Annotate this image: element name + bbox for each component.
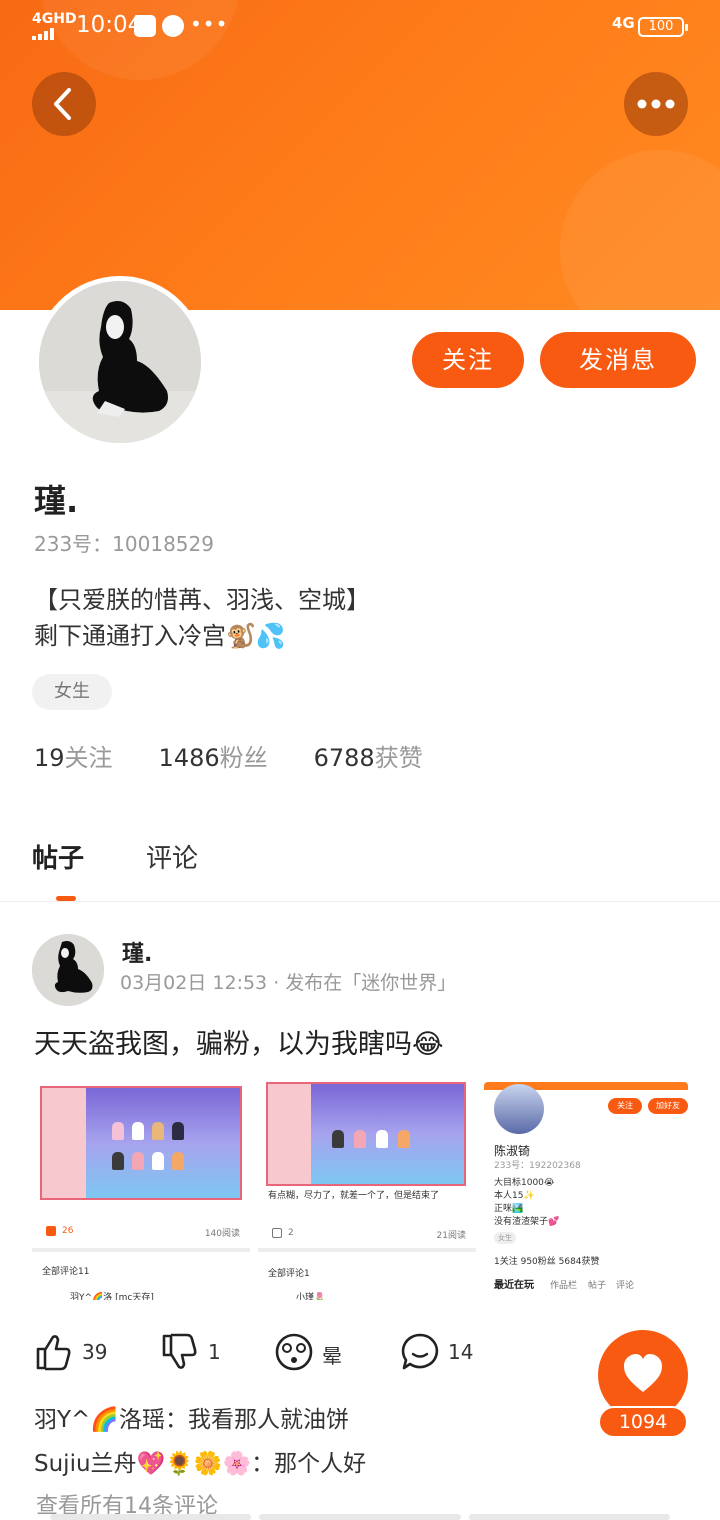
image-caption: 有点糊，尽力了，就差一个了，但是结束了: [268, 1191, 440, 1201]
bio-line: 剩下通通打入冷宫🐒💦: [34, 622, 286, 650]
mini-tab: 帖子: [588, 1281, 607, 1291]
thumbs-up-icon: [36, 1335, 71, 1371]
profile-stats: 19关注 1486粉丝 6788获赞: [34, 738, 423, 773]
mini-tab: 评论: [616, 1281, 635, 1291]
network-type: 4GHD: [32, 11, 77, 27]
image-reads: 21阅读: [436, 1231, 466, 1241]
likes-label: 获赞: [374, 744, 423, 772]
fans-stat[interactable]: 1486粉丝: [159, 738, 268, 773]
dislike-button[interactable]: 1: [160, 1330, 250, 1378]
send-message-button[interactable]: 发消息: [540, 332, 696, 388]
profile-username: 瑾.: [34, 482, 79, 520]
battery-icon: 100: [638, 17, 688, 37]
profile-tabs: 帖子 评论: [0, 830, 720, 902]
fans-label: 粉丝: [219, 744, 268, 772]
post-image[interactable]: 有点糊，尽力了，就差一个了，但是结束了 2 21阅读 全部评论1 小瑾🌷: [258, 1078, 476, 1300]
game-screenshot: [266, 1082, 466, 1186]
divider: [32, 1248, 250, 1252]
dizzy-reaction-button[interactable]: 晕: [274, 1330, 364, 1378]
following-label: 关注: [64, 744, 113, 772]
profile-id: 233号：10018529: [34, 532, 214, 556]
more-horizontal-icon: [637, 99, 675, 109]
mini-follow-button: 关注: [608, 1098, 642, 1114]
app-notification-icon: [134, 15, 156, 37]
gender-tag: 女生: [32, 674, 112, 710]
image-reads: 140阅读: [204, 1229, 240, 1239]
image-likes: 26: [62, 1226, 74, 1236]
game-screenshot: [40, 1086, 242, 1200]
user-avatar: [494, 1084, 544, 1134]
image-likes: 2: [288, 1228, 294, 1238]
mini-bio: 大目标1000😭: [494, 1178, 555, 1188]
next-post-preview: [0, 1514, 720, 1520]
mini-bio: 本人15✨: [494, 1191, 535, 1201]
status-bar: 4GHD 10:04 ••• 4G 100: [0, 0, 720, 54]
post-content[interactable]: 天天盗我图，骗粉，以为我瞎吗😂: [34, 1022, 444, 1061]
dizzy-label: 晕: [322, 1344, 342, 1368]
mini-stats: 1关注 950粉丝 5684获赞: [494, 1257, 600, 1267]
image-commenter: 小瑾🌷: [296, 1293, 326, 1300]
mini-username: 陈淑锜: [494, 1144, 531, 1158]
post-author-avatar[interactable]: [32, 934, 104, 1006]
status-time: 10:04: [76, 12, 143, 38]
likes-count: 6788: [313, 744, 375, 772]
comment-count: 14: [448, 1340, 474, 1364]
mini-tab: 最近在玩: [494, 1280, 534, 1291]
image-commenter: 羽Y^🌈洛 [mc天存]: [70, 1293, 154, 1300]
dizzy-face-icon: [275, 1333, 313, 1371]
tab-comments[interactable]: 评论: [146, 838, 198, 875]
follow-button[interactable]: 关注: [412, 332, 524, 388]
comment-preview[interactable]: 羽Y^🌈洛瑶：我看那人就油饼: [34, 1400, 349, 1434]
like-button[interactable]: 39: [34, 1330, 144, 1378]
post-image[interactable]: 关注 加好友 陈淑锜 233号：192202368 大目标1000😭 本人15✨…: [484, 1078, 688, 1300]
comment-bubble-icon: [401, 1333, 439, 1370]
like-count: 39: [82, 1340, 108, 1364]
mini-bio: 没有渣渣架子💕: [494, 1217, 560, 1227]
following-count: 19: [34, 744, 65, 772]
following-stat[interactable]: 19关注: [34, 738, 113, 773]
signal-icon: [32, 28, 62, 40]
tab-posts[interactable]: 帖子: [32, 838, 84, 875]
chevron-left-icon: [54, 88, 71, 120]
likes-stat: 6788获赞: [314, 738, 423, 773]
dislike-count: 1: [208, 1340, 221, 1364]
post-image[interactable]: 26 140阅读 全部评论11 羽Y^🌈洛 [mc天存]: [32, 1078, 250, 1300]
fans-count: 1486: [158, 744, 220, 772]
post-meta: 03月02日 12:53 · 发布在「迷你世界」: [120, 972, 457, 994]
like-icon: [46, 1226, 56, 1236]
comment-preview[interactable]: Sujiu兰舟💖🌻🌼🌸：那个人好: [34, 1444, 366, 1478]
profile-bio: 【只爱朕的惜苒、羽浅、空城】 剩下通通打入冷宫🐒💦: [34, 582, 370, 654]
mini-bio: 正咪🏞️: [494, 1204, 524, 1214]
post-author-name[interactable]: 瑾.: [122, 936, 152, 968]
mini-user-id: 233号：192202368: [494, 1161, 581, 1171]
back-button[interactable]: [32, 72, 96, 136]
like-icon: [272, 1228, 282, 1238]
image-comments-header: 全部评论1: [268, 1269, 310, 1279]
comment-button[interactable]: 14: [400, 1330, 490, 1378]
active-tab-indicator: [56, 896, 76, 901]
bio-line: 【只爱朕的惜苒、羽浅、空城】: [34, 586, 370, 614]
floating-like-count: 1094: [598, 1406, 688, 1438]
more-button[interactable]: [624, 72, 688, 136]
mini-tab: 作品栏: [550, 1281, 578, 1291]
image-comments-header: 全部评论11: [42, 1267, 90, 1277]
avatar-image: [39, 281, 201, 443]
mini-add-friend-button: 加好友: [648, 1098, 688, 1114]
banner-decoration: [560, 150, 720, 310]
network-4g-icon: 4G: [612, 14, 635, 32]
app-notification-icon: [162, 15, 184, 37]
mini-gender-tag: 女生: [494, 1232, 516, 1244]
divider: [258, 1248, 476, 1252]
more-notifications-icon: •••: [190, 12, 229, 36]
profile-avatar[interactable]: [34, 276, 206, 448]
thumbs-down-icon: [162, 1333, 197, 1369]
